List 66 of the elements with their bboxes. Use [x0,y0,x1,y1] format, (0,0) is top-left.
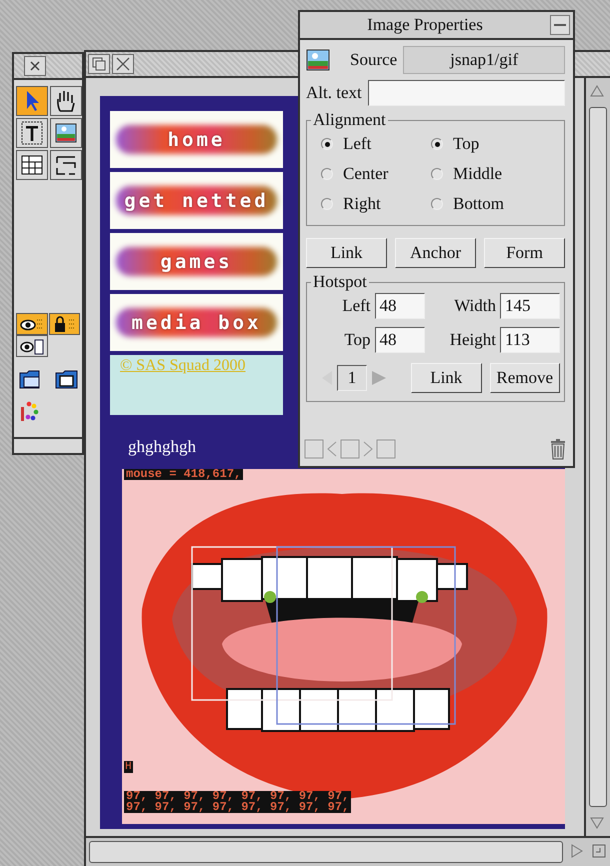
hand-tool-button[interactable] [50,86,82,116]
value-field[interactable]: 48 [374,327,425,353]
action-button[interactable]: Anchor [395,238,476,268]
value-field[interactable]: 113 [500,327,560,353]
minimise-button[interactable] [550,15,570,35]
group-label: Alignment [311,110,388,130]
eye-frame-toggle[interactable] [16,335,48,357]
nav-button[interactable]: home [110,111,283,168]
radio-button[interactable] [321,168,333,180]
radio-button[interactable] [321,198,333,210]
back-button[interactable] [88,54,110,74]
field-label: Top [343,330,371,350]
up-arrow-icon[interactable] [589,84,605,98]
caption-text: ghghghgh [128,437,196,457]
value-field[interactable]: 48 [374,293,425,319]
radio-option[interactable]: Center [321,159,431,189]
value-field[interactable]: 145 [500,293,560,319]
debug-text: 97, 97, 97, 97, 97, 97, 97, 97, [126,802,350,813]
close-button[interactable] [112,54,134,74]
trash-icon[interactable] [549,438,567,460]
radio-option[interactable]: Bottom [431,189,541,219]
minimise-icon [554,24,566,26]
text-tool-button[interactable] [16,118,48,148]
radio-button[interactable] [431,168,443,180]
field-label: Width [453,296,496,316]
close-button[interactable] [24,56,46,76]
index-field[interactable]: 1 [337,365,367,391]
radio-option[interactable]: Right [321,189,431,219]
dialog-title: Image Properties [366,15,484,35]
resize-icon[interactable] [592,844,606,858]
nav-button[interactable]: get netted [110,172,283,229]
nav-button[interactable]: games [110,233,283,290]
close-icon [116,57,130,71]
action-button[interactable]: Remove [490,363,560,393]
radio-option[interactable]: Top [431,129,541,159]
picture-icon [306,48,330,72]
field-label: Left [341,296,371,316]
stacked-squares-icon [92,57,106,71]
source-value: jsnap1/gif [403,46,565,74]
alt-text-field[interactable] [368,80,565,106]
radio-button[interactable] [321,138,333,150]
radio-option[interactable]: Left [321,129,431,159]
form-tool-button[interactable] [50,150,82,180]
down-arrow-icon[interactable] [589,816,605,830]
vertical-scrollbar[interactable] [584,78,610,836]
radio-option[interactable]: Middle [431,159,541,189]
field-label: Height [448,330,496,350]
action-button[interactable]: Link [411,363,482,393]
radio-button[interactable] [431,198,443,210]
pointer-tool-button[interactable] [16,86,48,116]
marker-label: H [124,761,133,773]
table-tool-button[interactable] [16,150,48,180]
eye-toggle[interactable] [16,313,48,335]
padlock-toggle[interactable] [48,313,80,335]
horizontal-scrollbar[interactable] [86,836,610,866]
close-icon [30,61,40,71]
debug-text: mouse = 418,617, [124,469,244,480]
radio-button[interactable] [431,138,443,150]
debug-text: 97, 97, 97, 97, 97, 97, 97, 97, [126,791,350,802]
picture-tool-button[interactable] [50,118,82,148]
alt-text-label: Alt. text [306,83,362,103]
action-button[interactable]: Link [306,238,387,268]
nav-button[interactable]: media box [110,294,283,351]
action-button[interactable]: Form [484,238,565,268]
right-arrow-icon[interactable] [570,843,584,859]
source-label: Source [350,50,398,70]
